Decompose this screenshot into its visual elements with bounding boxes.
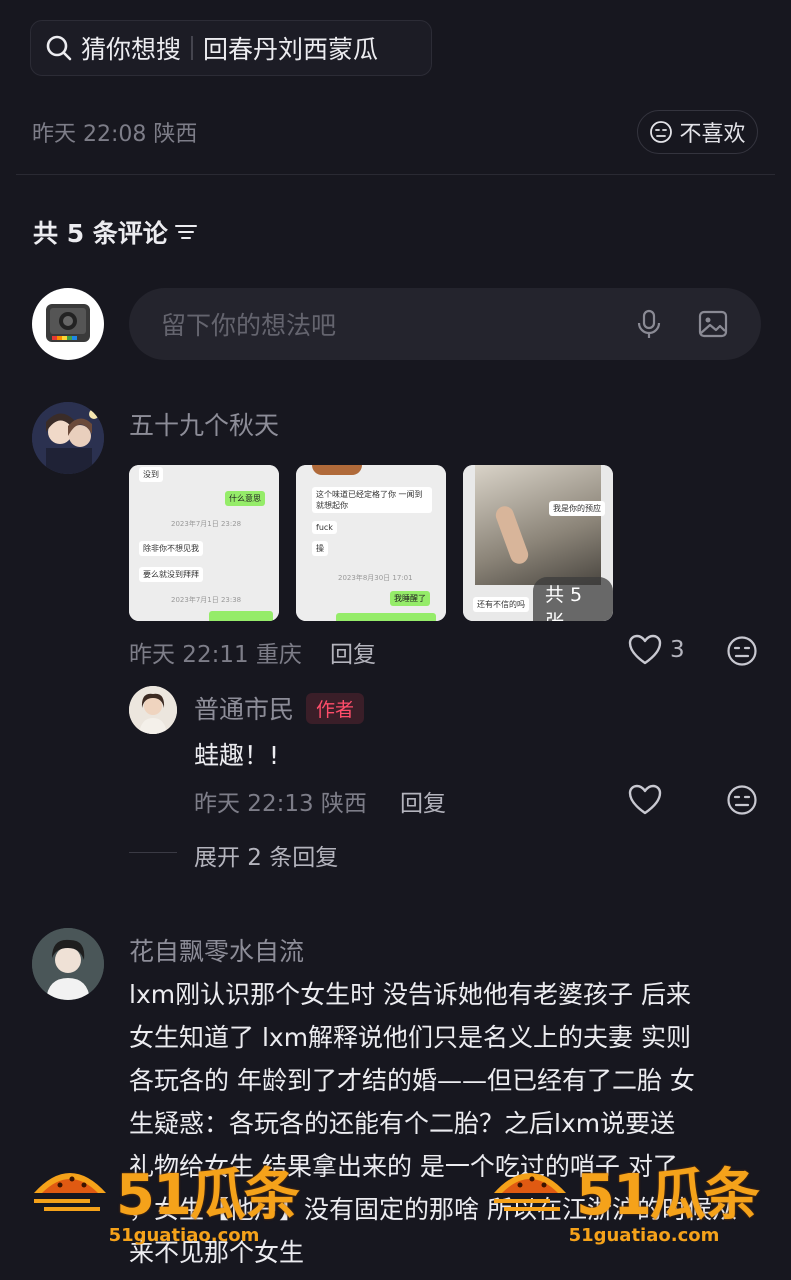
chat-bubble: 我睡醒了: [390, 591, 430, 606]
chat-bubble: 什么意思: [225, 491, 265, 506]
comment-text-line: lxm刚认识那个女生时 没告诉她他有老婆孩子 后来: [129, 980, 691, 1009]
chat-bubble: 没到: [139, 467, 163, 482]
avatar[interactable]: [32, 402, 104, 474]
sort-filter-icon[interactable]: [174, 220, 198, 244]
chat-bubble: 还有不信的吗: [473, 597, 529, 612]
comment-time: 昨天 22:11: [129, 642, 249, 668]
chat-bubble: 操: [312, 541, 328, 556]
chat-bubble: fuck: [312, 521, 337, 534]
divider: [191, 36, 194, 60]
expand-replies-button[interactable]: 展开 2 条回复: [194, 838, 338, 872]
comment-input[interactable]: 留下你的想法吧: [129, 288, 761, 360]
chat-time: 2023年7月1日 23:28: [171, 520, 242, 528]
avatar[interactable]: [32, 928, 104, 1000]
comment-text-line: 生疑惑：各玩各的还能有个二胎？之后lxm说要送: [129, 1109, 676, 1138]
watermark-url: 51guatiao.com: [108, 1225, 260, 1246]
reply-username[interactable]: 普通市民: [194, 690, 294, 726]
watermark-logo: 51瓜条: [116, 1163, 300, 1228]
post-time: 昨天 22:08: [32, 122, 147, 147]
person-avatar-icon: [32, 928, 104, 1000]
microphone-icon[interactable]: [633, 308, 665, 340]
meh-face-icon[interactable]: [726, 635, 758, 667]
like-button[interactable]: 3: [628, 634, 685, 666]
image-icon[interactable]: [697, 308, 729, 340]
comment-image-2[interactable]: 这个味道已经定格了你 一闻到就想起你 fuck 操 2023年8月30日 17:…: [296, 465, 446, 621]
like-count: 3: [670, 637, 685, 663]
comment-username[interactable]: 花自飘零水自流: [129, 932, 304, 968]
watermark-logo: 51瓜条: [576, 1163, 760, 1228]
search-label: 猜你想搜: [81, 35, 182, 64]
chat-time: 2023年8月30日 17:01: [338, 574, 413, 582]
reply-text: 蛙趣！!: [194, 741, 280, 770]
watermelon-logo-icon: [494, 1172, 566, 1211]
avatar[interactable]: [129, 686, 177, 734]
author-badge: 作者: [306, 692, 365, 724]
reply-button[interactable]: 回复: [330, 635, 376, 669]
watermark: 51瓜条 51guatiao.com: [30, 1150, 300, 1246]
chat-bubble: 要么就没到拜拜: [139, 567, 203, 582]
expand-divider: [129, 852, 177, 853]
chat-bubble: 除非你不想见我: [139, 541, 203, 556]
dislike-button[interactable]: 不喜欢: [637, 110, 758, 154]
reply-button[interactable]: 回复: [400, 784, 446, 818]
my-avatar[interactable]: [32, 288, 104, 360]
chat-bubble: 这个味道已经定格了你 一闻到就想起你: [312, 487, 432, 513]
comment-count-header[interactable]: 共 5 条评论: [33, 214, 198, 250]
chat-bubble: 我是你的预应: [549, 501, 605, 516]
image-count-badge: 共 5 张: [533, 577, 613, 621]
section-divider: [16, 174, 775, 175]
reply-header: 普通市民 作者: [194, 690, 365, 726]
heart-icon[interactable]: [628, 784, 662, 816]
person-avatar-icon: [129, 686, 177, 734]
comment-text-line: 各玩各的 年龄到了才结的婚——但已经有了二胎 女: [129, 1066, 695, 1095]
search-suggestion[interactable]: 回春丹刘西蒙瓜: [203, 30, 378, 66]
comment-image-1[interactable]: 没到 什么意思 2023年7月1日 23:28 除非你不想见我 要么就没到拜拜 …: [129, 465, 279, 621]
search-suggestion-bar[interactable]: 猜你想搜 回春丹刘西蒙瓜: [30, 20, 432, 76]
comment-location: 重庆: [255, 642, 302, 668]
heart-icon: [628, 634, 662, 665]
reply-meta: 昨天 22:13 陕西: [194, 784, 367, 818]
reply-time: 昨天 22:13: [194, 791, 314, 817]
comment-input-placeholder: 留下你的想法吧: [161, 311, 337, 340]
comment-meta: 昨天 22:11 重庆: [129, 635, 302, 669]
comment-image-3[interactable]: 我是你的预应 还有不信的吗 共 5 张: [463, 465, 613, 621]
reply-location: 陕西: [320, 791, 367, 817]
meh-face-icon: [650, 121, 673, 143]
chat-time: 2023年7月1日 23:38: [171, 596, 242, 604]
post-meta: 昨天 22:08 陕西: [32, 116, 197, 148]
comment-count-label: 共 5 条评论: [33, 219, 168, 248]
watermelon-logo-icon: [34, 1172, 106, 1211]
comment-text-line: 女生知道了 lxm解释说他们只是名义上的夫妻 实则: [129, 1023, 691, 1052]
camera-avatar-icon: [46, 304, 90, 342]
anime-couple-avatar-icon: [32, 402, 104, 474]
watermark: 51瓜条 51guatiao.com: [490, 1150, 760, 1246]
watermark-url: 51guatiao.com: [568, 1225, 720, 1246]
dislike-label: 不喜欢: [679, 122, 746, 147]
comment-username[interactable]: 五十九个秋天: [129, 406, 279, 442]
post-location: 陕西: [153, 122, 198, 147]
meh-face-icon[interactable]: [726, 784, 758, 816]
search-icon: [46, 35, 72, 61]
